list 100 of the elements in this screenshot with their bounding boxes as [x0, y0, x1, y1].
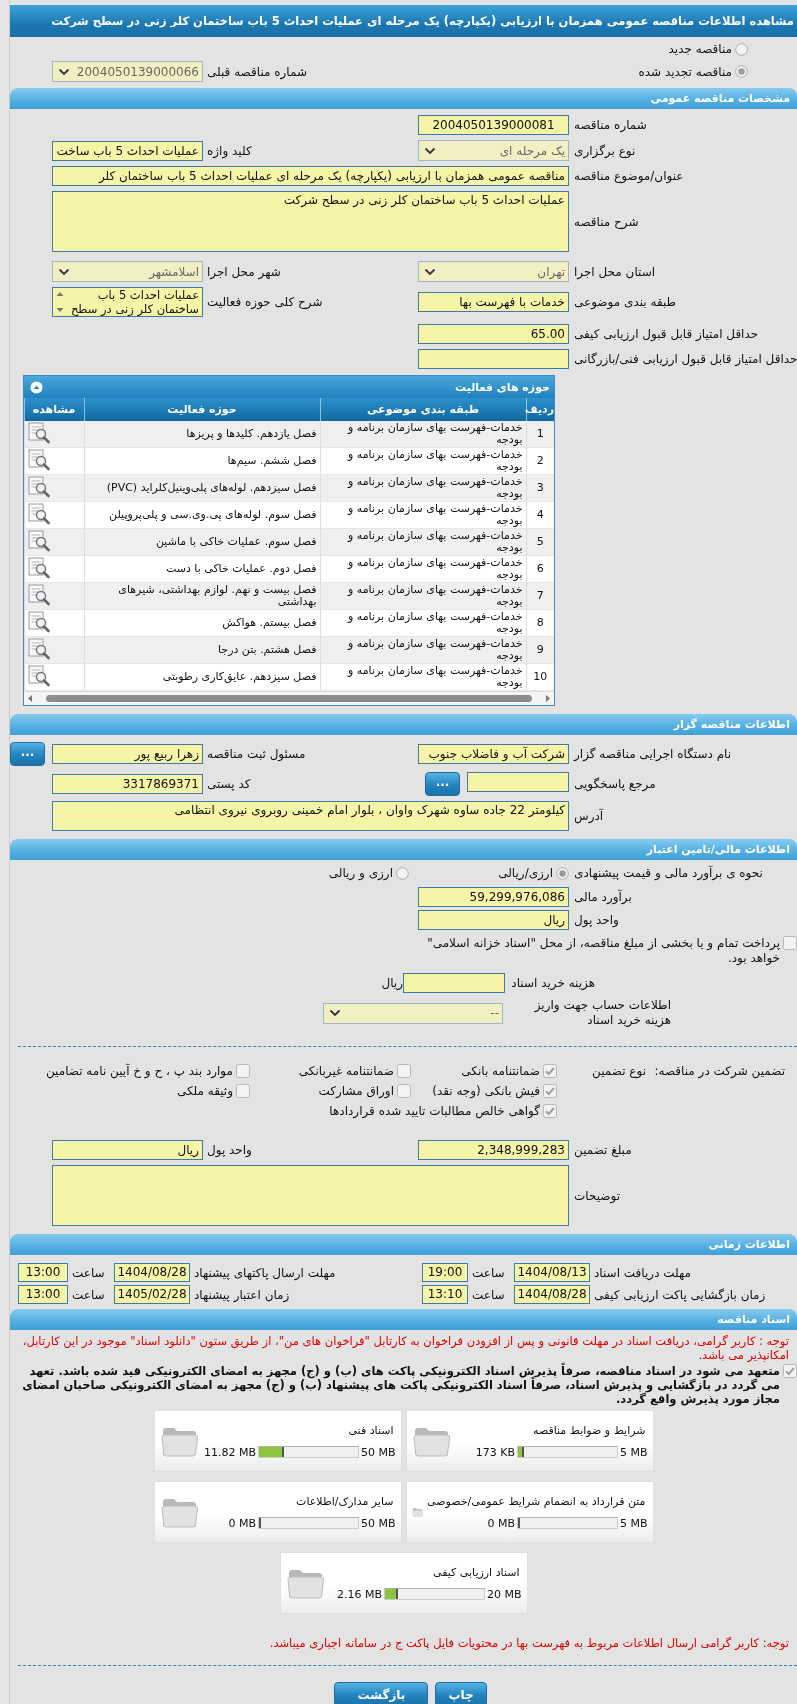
column-header: مشاهده	[24, 398, 84, 421]
field-label: نوع تضمین	[591, 1064, 646, 1078]
document-magnifier-icon[interactable]	[26, 502, 51, 525]
field-label: نام دستگاه اجرایی مناقصه گزار	[574, 747, 732, 761]
caret-icon	[329, 1009, 341, 1017]
text-field[interactable]: مناقصه عمومی همزمان با ارزیابی (یکپارچه) یک مرحله ای عملیات احداث 5 باب ساختمان کلر	[52, 166, 569, 186]
file-title: اسناد فنی	[348, 1423, 395, 1437]
file-size: 11.82 MB	[203, 1445, 256, 1459]
field-label: استان محل اجرا	[574, 264, 656, 279]
checkbox[interactable]	[783, 1364, 797, 1378]
checkbox[interactable]	[543, 1084, 557, 1098]
document-magnifier-icon[interactable]	[26, 556, 51, 579]
checkbox-label: اوراق مشارکت	[318, 1084, 394, 1098]
size-limit: 50 MB	[360, 1516, 396, 1530]
browse-button[interactable]: ...	[425, 772, 460, 796]
document-magnifier-icon[interactable]	[26, 448, 51, 471]
checkbox[interactable]	[236, 1064, 250, 1078]
table-cell: خدمات-فهرست بهای سازمان برنامه و بودجه	[320, 555, 526, 583]
field-label: ساعت	[471, 1265, 506, 1280]
text-field[interactable]: ریال	[52, 1140, 203, 1160]
table-cell: 3	[526, 474, 554, 502]
unit-label: ریال	[381, 976, 403, 990]
field-label: واحد پول	[207, 1143, 252, 1157]
field-label: اطلاعات حساب جهت واریز هزینه خرید اسناد	[533, 998, 671, 1028]
table-cell: 2	[526, 447, 554, 475]
time-field[interactable]: 13:10	[422, 1285, 468, 1304]
text-field[interactable]: 3317869371	[52, 774, 203, 794]
checkbox[interactable]	[543, 1064, 557, 1078]
text-area[interactable]: عملیات احداث 5 باب ساختمان کلر زنی در سطح شرکت	[52, 191, 569, 252]
field-label: ساعت	[471, 1287, 506, 1302]
document-magnifier-icon[interactable]	[26, 421, 51, 444]
document-magnifier-icon[interactable]	[26, 475, 51, 498]
section-header: اسناد مناقصه	[10, 1309, 797, 1330]
date-field[interactable]: 1404/08/28	[514, 1285, 590, 1304]
text-area[interactable]	[52, 1165, 569, 1226]
text-field[interactable]: 59,299,976,086	[418, 887, 569, 907]
checkbox[interactable]	[543, 1104, 557, 1118]
checkbox[interactable]	[236, 1084, 250, 1098]
document-magnifier-icon[interactable]	[26, 664, 51, 687]
table-cell: فصل هشتم. بتن درجا	[84, 636, 320, 664]
date-field[interactable]: 1404/08/28	[114, 1263, 190, 1282]
browse-button[interactable]: ...	[10, 742, 45, 766]
notice-text: توجه: کاربر گرامی ارسال اطلاعات مربوط به فهرست بها در محتویات فایل پاکت ج در سامانه اجباری میباشد.	[268, 1636, 790, 1650]
text-field[interactable]: شرکت آب و فاضلاب جنوب	[418, 744, 569, 764]
table-cell: 10	[526, 663, 554, 691]
time-field[interactable]: 19:00	[422, 1263, 468, 1282]
table-cell: فصل ششم. سیم‌ها	[84, 447, 320, 475]
section-header: اطلاعات زمانی	[10, 1234, 797, 1255]
checkbox[interactable]	[397, 1084, 411, 1098]
table-cell: خدمات-فهرست بهای سازمان برنامه و بودجه	[320, 421, 526, 448]
horizontal-scrollbar[interactable]	[24, 691, 554, 705]
field-label: طبقه بندی موضوعی	[574, 295, 677, 309]
section-header: مشخصات مناقصه عمومی	[10, 88, 797, 109]
text-area[interactable]: کیلومتر 22 جاده ساوه شهرک واوان ، بلوار امام خمینی روبروی نیروی انتظامی	[52, 801, 569, 831]
checkbox[interactable]	[397, 1064, 411, 1078]
radio-button[interactable]	[735, 65, 748, 78]
radio-button[interactable]	[735, 42, 748, 56]
text-field[interactable]	[418, 349, 569, 369]
text-field[interactable]	[467, 772, 569, 792]
table-cell: خدمات-فهرست بهای سازمان برنامه و بودجه	[320, 663, 526, 691]
text-field[interactable]: خدمات با فهرست بها	[418, 292, 569, 312]
text-field[interactable]: 65.00	[418, 324, 569, 344]
field-label: هزینه خرید اسناد	[510, 976, 595, 990]
caret-icon	[424, 146, 436, 155]
field-label: عنوان/موضوع مناقصه	[574, 169, 684, 183]
text-field[interactable]	[403, 973, 505, 993]
page-title: مشاهده اطلاعات مناقصه عمومی همزمان با ارزیابی (یکپارچه) یک مرحله ای عملیات احداث 5 باب ساختمان کلر زنی در سطح شرکت	[10, 5, 797, 37]
radio-button[interactable]	[556, 866, 569, 880]
text-field[interactable]: 2004050139000081	[418, 115, 569, 135]
field-label: مهلت ارسال پاکتهای پیشنهاد	[193, 1265, 337, 1280]
list-box[interactable]: عملیات احداث 5 باب ساختمان کلر زنی در سطح	[52, 287, 203, 317]
date-field[interactable]: 1404/08/13	[514, 1263, 590, 1282]
collapse-icon[interactable]	[30, 380, 43, 394]
document-magnifier-icon[interactable]	[26, 637, 51, 660]
table-cell: خدمات-فهرست بهای سازمان برنامه و بودجه	[320, 447, 526, 475]
text-field[interactable]: ریال	[418, 910, 569, 930]
text-field[interactable]: عملیات احداث 5 باب ساخت	[52, 140, 203, 161]
date-field[interactable]: 1405/02/28	[114, 1285, 190, 1304]
file-size: 0 MB	[228, 1516, 256, 1530]
table-cell: 1	[526, 421, 554, 448]
field-label: آدرس	[574, 809, 604, 823]
field-label: شرح مناقصه	[574, 214, 639, 229]
table-cell: خدمات-فهرست بهای سازمان برنامه و بودجه	[320, 501, 526, 529]
document-magnifier-icon[interactable]	[26, 610, 51, 633]
radio-button[interactable]	[396, 866, 409, 880]
time-field[interactable]: 13:00	[18, 1285, 68, 1304]
time-field[interactable]: 13:00	[18, 1263, 68, 1282]
field-label: نحوه ی برآورد مالی و قیمت پیشنهادی	[574, 866, 763, 880]
field-label: شماره مناقصه	[574, 118, 647, 132]
table-cell: فصل سیزدهم. لوله‌های پلی‌وینیل‌کلراید (PVC)	[84, 474, 320, 502]
file-size: 2.16 MB	[336, 1587, 382, 1601]
panel-title: حوزه های فعالیت	[455, 380, 550, 394]
text-field[interactable]: زهرا ربیع پور	[52, 744, 203, 764]
document-magnifier-icon[interactable]	[26, 583, 51, 606]
caret-icon	[424, 267, 436, 276]
document-magnifier-icon[interactable]	[26, 529, 51, 552]
back-button[interactable]: بازگشت	[334, 1682, 429, 1704]
print-button[interactable]: چاپ	[435, 1682, 487, 1704]
text-field[interactable]: 2,348,999,283	[418, 1140, 569, 1160]
checkbox[interactable]	[783, 936, 797, 950]
